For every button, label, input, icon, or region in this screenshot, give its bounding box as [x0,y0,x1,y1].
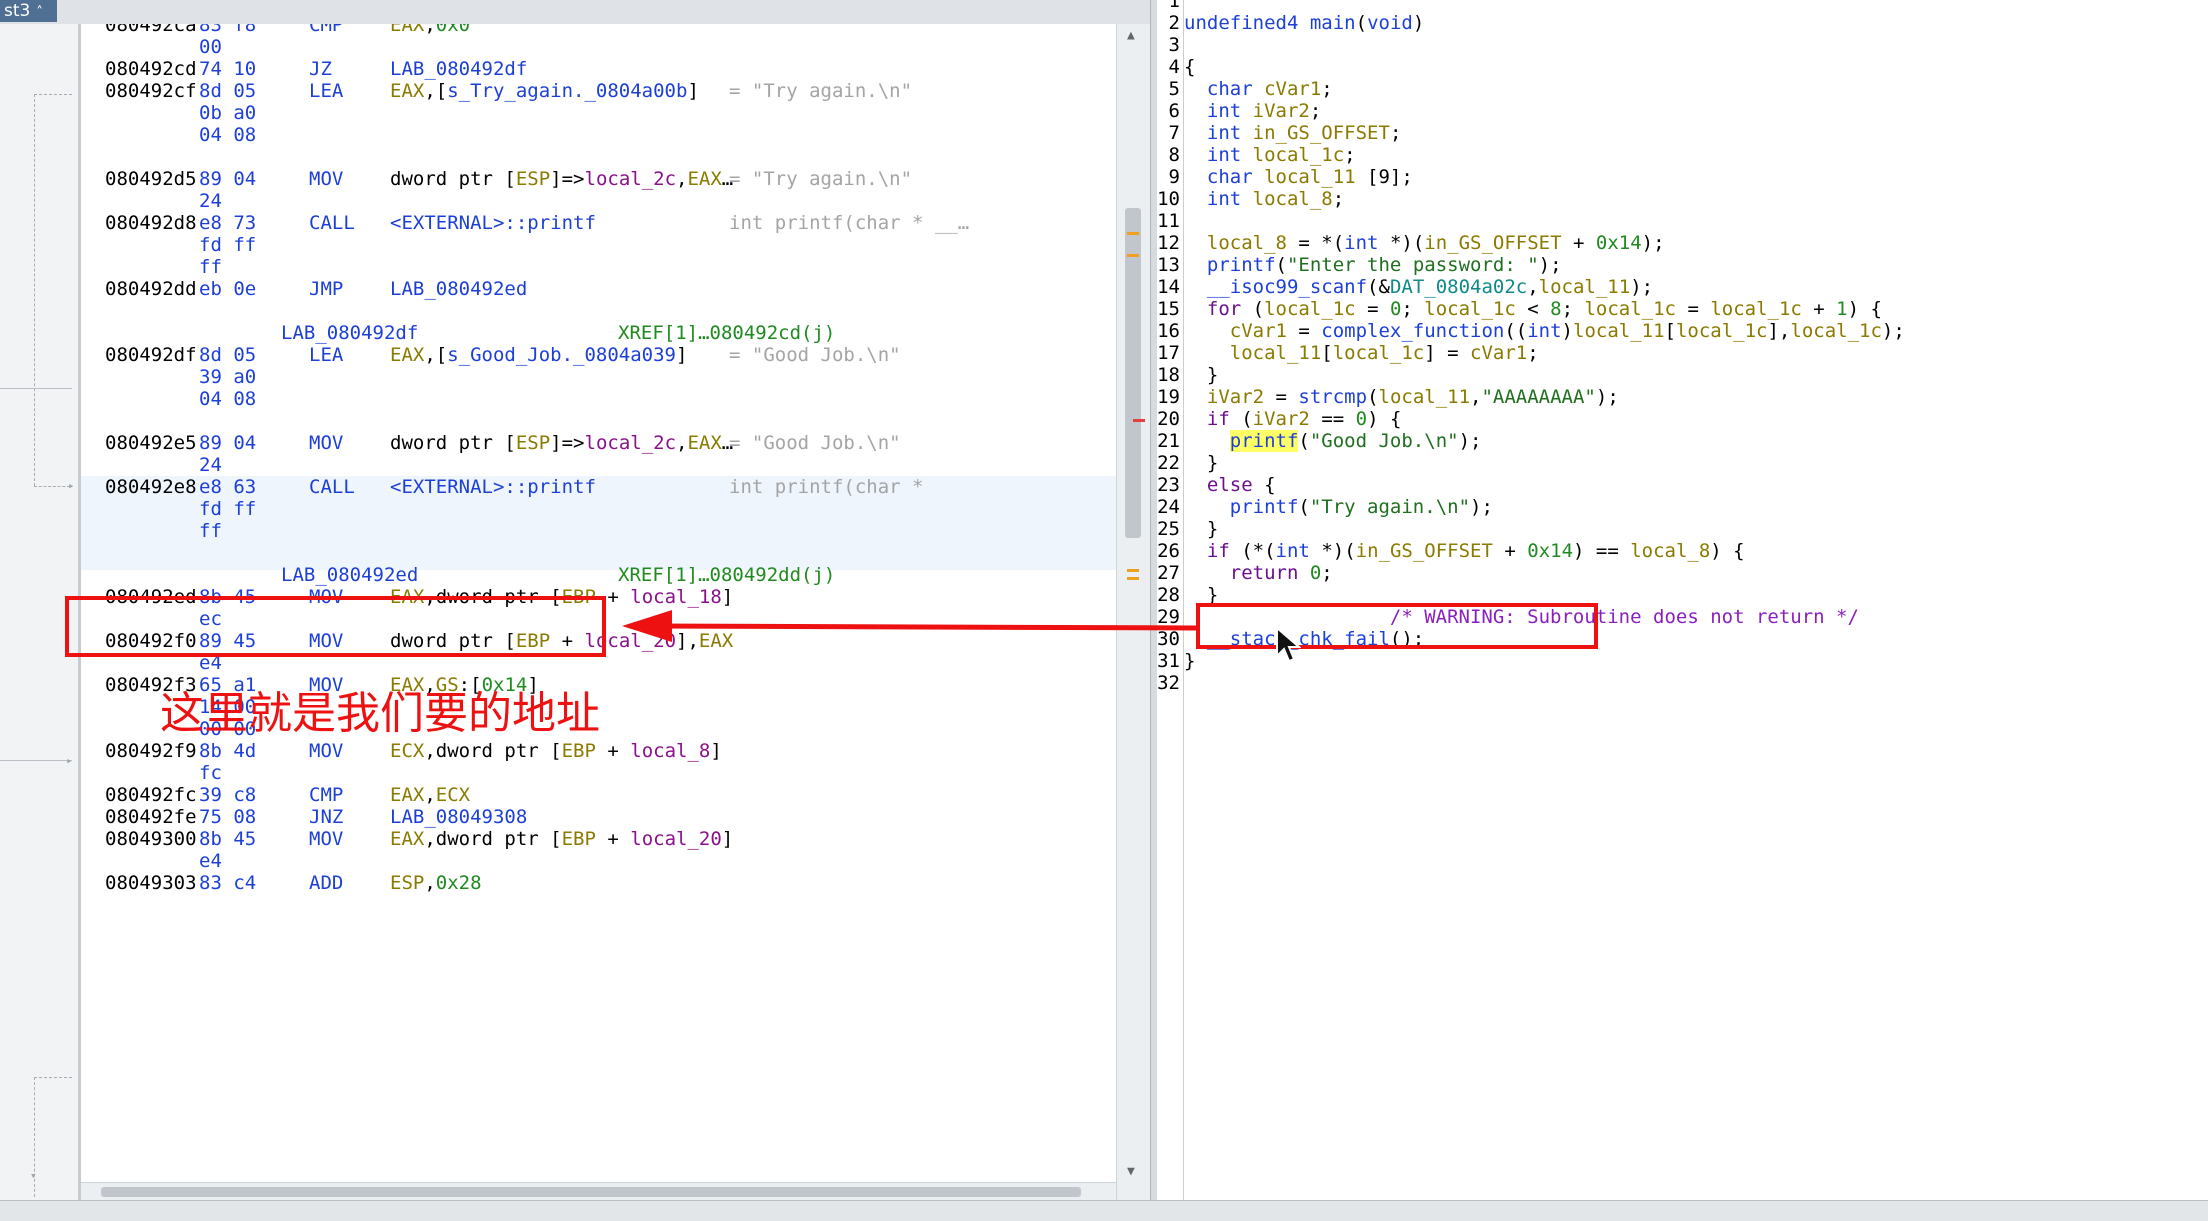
annotation-text: 这里就是我们要的地址 [160,688,600,739]
mouse-cursor-icon [1276,626,1301,663]
annotation-arrow [622,610,1197,642]
